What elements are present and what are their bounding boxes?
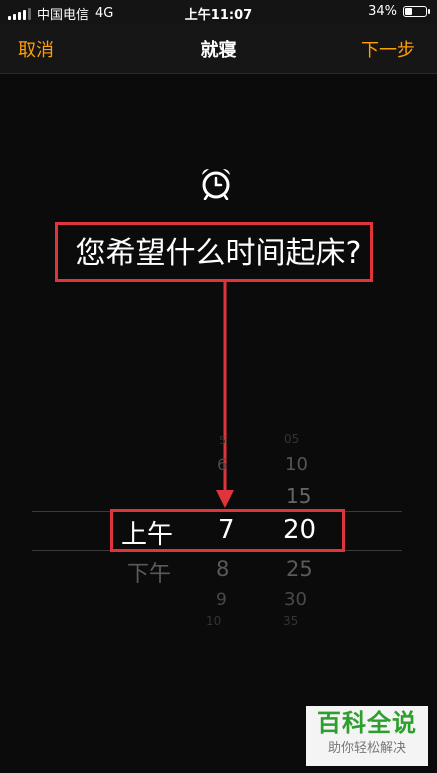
status-bar: 中国电信 4G 上午11:07 34% (0, 0, 437, 24)
selection-highlight-box (110, 509, 345, 552)
battery-percent: 34% (368, 4, 397, 19)
minute-option[interactable]: 30 (284, 589, 307, 610)
watermark-subtitle: 助你轻松解决 (327, 741, 406, 756)
minute-option[interactable]: 35 (283, 614, 298, 628)
minute-option[interactable]: 25 (286, 557, 313, 581)
minute-option[interactable]: 10 (285, 454, 308, 475)
alarm-clock-icon (202, 169, 230, 200)
hour-option[interactable]: 10 (206, 614, 221, 628)
ampm-option[interactable]: 下午 (127, 556, 171, 588)
minute-option[interactable]: 15 (286, 484, 311, 508)
next-button[interactable]: 下一步 (361, 36, 415, 62)
annotation-arrow (216, 282, 234, 508)
battery-icon (403, 6, 430, 17)
question-highlight-box (55, 222, 373, 282)
watermark-title: 百科全说 (317, 709, 417, 737)
hour-option[interactable]: 6 (217, 455, 227, 474)
watermark-logo: 百科全说 助你轻松解决 (306, 706, 428, 766)
battery-fill (405, 8, 413, 15)
hour-option[interactable]: 9 (216, 590, 227, 610)
hour-option[interactable]: 5 (219, 434, 226, 447)
nav-bar: 取消 就寝 下一步 (0, 24, 437, 74)
minute-option[interactable]: 05 (284, 432, 299, 446)
hour-option[interactable]: 8 (216, 557, 229, 581)
status-right: 34% (368, 4, 430, 19)
